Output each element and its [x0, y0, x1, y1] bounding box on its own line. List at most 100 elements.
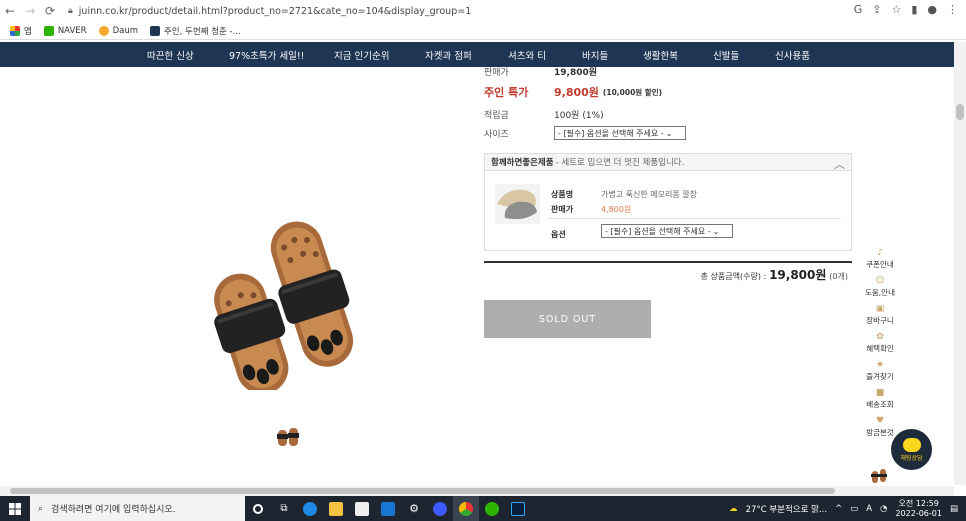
bag-icon: ▣: [875, 304, 885, 314]
address-bar-row: ← → ⟳ 🔒︎ juinn.co.kr/product/detail.html…: [0, 0, 966, 22]
vertical-scrollbar[interactable]: [954, 42, 966, 485]
quick-menu-label: 도움,안내: [865, 288, 895, 297]
quick-menu-favorite[interactable]: ★ 즐겨찾기: [858, 360, 902, 382]
special-price-label: 주인 특가: [484, 86, 529, 99]
settings-icon[interactable]: ⚙: [401, 496, 427, 521]
volume-icon[interactable]: ◔: [880, 504, 887, 514]
scrollbar-thumb[interactable]: [956, 104, 964, 120]
total-label: 총 상품금액(수량) :: [700, 272, 767, 281]
related-product-header[interactable]: 함께하면좋은제품 - 세트로 입으면 더 멋진 제품입니다. ︿: [485, 154, 851, 171]
total-price: 총 상품금액(수량) : 19,800원 (0개): [484, 266, 848, 283]
recent-product-thumbnail[interactable]: [870, 468, 888, 484]
photoshop-icon[interactable]: [505, 496, 531, 521]
quick-menu-help[interactable]: ☺ 도움,안내: [858, 276, 902, 298]
combo-option-select[interactable]: - [필수] 옵션을 선택해 주세요 - ⌄: [601, 224, 733, 238]
notification-icon[interactable]: ▤: [950, 504, 958, 514]
apps-icon: [10, 26, 20, 36]
taskbar-search[interactable]: ⌕ 검색하려면 여기에 입력하십시오.: [30, 496, 245, 521]
app-icon[interactable]: [427, 496, 453, 521]
task-view-icon[interactable]: ⧉: [271, 496, 297, 521]
nav-item-new[interactable]: 따끈한 신상: [147, 48, 194, 62]
mail-icon[interactable]: [375, 496, 401, 521]
bookmark-juinn[interactable]: 주인, 두번째 청춘 -...: [149, 25, 241, 37]
bookmark-apps[interactable]: 앱: [10, 25, 32, 37]
lock-icon[interactable]: 🔒︎: [68, 6, 73, 16]
site-nav: 따끈한 신상 97%초특가 세일!! 지금 인기순위 자켓과 점퍼 셔츠와 티 …: [0, 42, 954, 67]
scrollbar-thumb[interactable]: [10, 488, 835, 494]
nav-item-shirts[interactable]: 셔츠와 티: [508, 48, 546, 62]
language-icon[interactable]: A: [866, 504, 872, 514]
nav-item-popular[interactable]: 지금 인기순위: [334, 48, 389, 62]
google-icon[interactable]: G: [854, 3, 863, 16]
points-value: 100원 (1%): [554, 111, 604, 121]
combo-price-label: 판매가: [551, 205, 574, 214]
size-select-value: - [필수] 옵션을 선택해 주세요 -: [558, 128, 664, 138]
weather-icon[interactable]: ☁: [729, 504, 738, 514]
quick-menu-coupon[interactable]: ♪ 쿠폰안내: [858, 248, 902, 270]
line-icon[interactable]: [479, 496, 505, 521]
quick-menu-benefit[interactable]: ✿ 혜택확인: [858, 332, 902, 354]
chrome-icon[interactable]: [453, 496, 479, 521]
cortana-icon[interactable]: [245, 496, 271, 521]
network-icon[interactable]: ▭: [850, 504, 858, 514]
store-icon[interactable]: [349, 496, 375, 521]
back-icon[interactable]: ←: [0, 1, 20, 21]
time: 오전 12:59: [898, 498, 939, 508]
special-price-value: 9,800원: [554, 86, 599, 99]
quick-menu-label: 쿠폰안내: [866, 260, 894, 269]
menu-icon[interactable]: ⋮: [947, 3, 958, 16]
quick-menu-label: 혜택확인: [866, 344, 894, 353]
clock[interactable]: 오전 12:59 2022-06-01: [895, 499, 942, 519]
reload-icon[interactable]: ⟳: [40, 1, 60, 21]
chevron-down-icon: ⌄: [665, 128, 673, 138]
combo-name-value[interactable]: 가볍고 푹신한 메모리폼 깔창: [601, 189, 697, 200]
nav-item-accessories[interactable]: 신사용품: [775, 48, 810, 62]
weather-text[interactable]: 27°C 부분적으로 맑...: [746, 503, 827, 515]
quick-menu-label: 방금본것: [866, 428, 894, 437]
chevron-down-icon: ⌄: [712, 226, 720, 236]
special-price-row: 주인 특가 9,800원 (10,000원 할인): [484, 84, 662, 100]
chevron-up-icon[interactable]: ^: [835, 504, 842, 514]
chevron-up-icon[interactable]: ︿: [834, 156, 845, 172]
nav-item-pants[interactable]: 바지들: [582, 48, 608, 62]
nav-item-jackets[interactable]: 자켓과 점퍼: [425, 48, 472, 62]
combo-name-label: 상품명: [551, 190, 574, 199]
taskbar: ⌕ 검색하려면 여기에 입력하십시오. ⧉ ⚙ ☁ 27°C 부분적으로 맑..…: [0, 496, 966, 521]
divider: [484, 261, 852, 263]
nav-item-sale[interactable]: 97%초특가 세일!!: [229, 48, 304, 62]
heart-icon: ♥: [875, 416, 885, 426]
combo-option-value: - [필수] 옵션을 선택해 주세요 -: [605, 226, 711, 236]
url-field[interactable]: juinn.co.kr/product/detail.html?product_…: [79, 6, 471, 17]
nav-item-shoes[interactable]: 신발들: [713, 48, 739, 62]
smile-icon: ☺: [875, 276, 885, 286]
points-label: 적립금: [484, 111, 509, 121]
sidebar-icon[interactable]: ▮: [911, 3, 917, 16]
horizontal-scrollbar[interactable]: [0, 486, 954, 496]
quick-menu-label: 장바구니: [866, 316, 894, 325]
windows-start-icon[interactable]: [0, 496, 30, 521]
combo-price-value: 4,800원: [601, 205, 632, 214]
quick-menu-delivery[interactable]: ■ 배송조회: [858, 388, 902, 410]
file-explorer-icon[interactable]: [323, 496, 349, 521]
star-icon[interactable]: ☆: [891, 3, 901, 16]
size-label: 사이즈: [484, 129, 509, 140]
chat-consult-button[interactable]: 채팅상담: [891, 429, 932, 470]
profile-icon[interactable]: ●: [927, 3, 937, 16]
bookmark-daum[interactable]: Daum: [98, 26, 138, 36]
sale-price-row: 판매가 19,800원: [484, 65, 597, 78]
browser-chrome: ← → ⟳ 🔒︎ juinn.co.kr/product/detail.html…: [0, 0, 966, 40]
share-icon[interactable]: ⇪: [872, 3, 881, 16]
edge-icon[interactable]: [297, 496, 323, 521]
forward-icon[interactable]: →: [20, 1, 40, 21]
related-product-box: 함께하면좋은제품 - 세트로 입으면 더 멋진 제품입니다. ︿ 상품명 가볍고…: [484, 153, 852, 251]
bookmark-naver[interactable]: NAVER: [43, 26, 87, 36]
points-row: 적립금 100원 (1%): [484, 108, 604, 121]
nav-item-hanbok[interactable]: 생활한복: [643, 48, 678, 62]
size-select[interactable]: - [필수] 옵션을 선택해 주세요 - ⌄: [554, 126, 686, 140]
truck-icon: ■: [875, 388, 885, 398]
sold-out-button[interactable]: SOLD OUT: [484, 300, 651, 338]
quick-menu-cart[interactable]: ▣ 장바구니: [858, 304, 902, 326]
product-thumbnail[interactable]: [276, 426, 300, 448]
chat-label: 채팅상담: [900, 454, 923, 462]
bookmarks-bar: 앱 NAVER Daum 주인, 두번째 청춘 -...: [0, 22, 966, 40]
